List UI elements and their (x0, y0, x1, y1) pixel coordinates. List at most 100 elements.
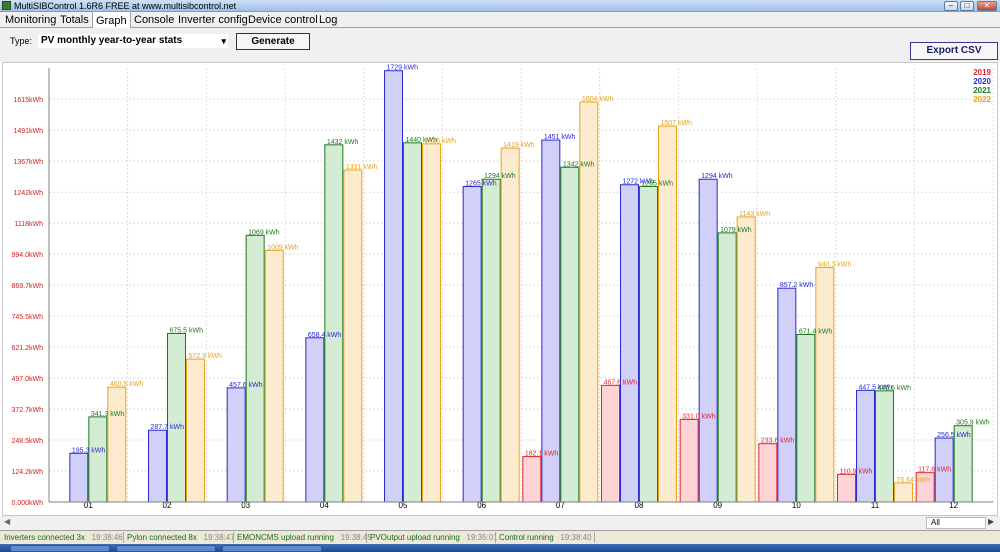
data-label: 1265 kWh (465, 180, 497, 187)
y-tick-label: 1615kWh (13, 97, 43, 104)
type-select[interactable]: PV monthly year-to-year stats ▾ (38, 34, 228, 48)
data-label: 1265 kWh (642, 180, 674, 187)
chart-legend: 2019202020212022 (973, 68, 991, 104)
data-label: 1432 kWh (327, 139, 359, 146)
bar-2021 (245, 234, 265, 503)
data-label: 1419 kWh (503, 142, 535, 149)
data-label: 675.5 kWh (170, 328, 204, 335)
data-label: 1436 kWh (425, 138, 457, 145)
tab-bar: Monitoring Totals Graph Console Inverter… (0, 11, 1000, 29)
data-label: 1009 kWh (267, 244, 299, 251)
taskbar-button[interactable] (10, 545, 110, 552)
data-label: 117.6 kWh (918, 467, 951, 474)
bar-2021 (167, 333, 186, 503)
status-emoncms: EMONCMS upload running 19:38:45 (237, 533, 372, 542)
data-label: 1143 kWh (739, 211, 770, 218)
data-label: 1604 kWh (582, 96, 614, 103)
data-label: 445.6 kWh (878, 385, 912, 392)
bar-2021 (875, 390, 894, 503)
tab-log[interactable]: Log (316, 13, 340, 28)
status-control: Control running 19:38:40 (499, 533, 592, 542)
range-select[interactable]: All (926, 517, 986, 529)
scroll-left-icon[interactable]: ◀ (4, 517, 10, 526)
bar-2021 (639, 185, 658, 503)
tab-graph[interactable]: Graph (92, 11, 131, 29)
data-label: 331.0 kWh (682, 413, 716, 420)
data-label: 1294 kWh (701, 173, 733, 180)
generate-button[interactable]: Generate (236, 33, 310, 50)
data-label: 572.9 kWh (189, 353, 223, 360)
status-pylon: Pylon connected 8x 19:38:47 (127, 533, 235, 542)
chart-scroll-row: ◀ All ▶ (0, 516, 1000, 530)
taskbar-button[interactable] (222, 545, 322, 552)
bar-2022 (500, 147, 520, 503)
y-tick-label: 1242kWh (13, 190, 43, 197)
y-tick-label: 1118kWh (14, 221, 43, 228)
data-label: 1729 kWh (387, 65, 419, 72)
data-label: 467.6 kWh (604, 379, 638, 386)
data-label: 1342 kWh (563, 161, 595, 168)
type-select-value: PV monthly year-to-year stats (41, 35, 183, 46)
title-bar: MultiSIBControl 1.6R6 FREE at www.multis… (0, 0, 1000, 12)
bar-2022 (264, 249, 284, 503)
bar-2019 (837, 473, 856, 503)
data-label: 1451 kWh (544, 134, 576, 141)
minimize-icon[interactable]: – (944, 1, 958, 11)
bar-2020 (69, 452, 89, 503)
bar-2020 (856, 389, 875, 503)
data-label: 182.1 kWh (525, 451, 559, 458)
bar-2021 (324, 144, 344, 503)
type-label: Type: (10, 36, 33, 46)
bar-2019 (522, 456, 542, 503)
bar-2020 (462, 185, 482, 503)
data-label: 233.8 kWh (761, 438, 795, 445)
status-pvoutput: PVOutput upload running 19:35:01 (370, 533, 498, 542)
data-label: 857.2 kWh (780, 282, 814, 289)
tab-monitoring[interactable]: Monitoring (2, 13, 59, 28)
bar-chart: 182.1 kWh 467.6 kWh 331.0 kWh 233.8 kWh 110.… (11, 65, 994, 510)
scroll-right-icon[interactable]: ▶ (988, 517, 994, 526)
close-icon[interactable]: ✕ (977, 1, 997, 11)
data-label: 287.7 kWh (151, 424, 185, 431)
bar-2022 (815, 266, 835, 503)
bar-2022 (186, 358, 205, 503)
y-tick-label: 497.0kWh (11, 376, 43, 383)
os-taskbar (0, 544, 1000, 552)
bar-2019 (679, 418, 699, 503)
data-label: 1069 kWh (248, 229, 280, 236)
data-label: 1294 kWh (484, 173, 516, 180)
data-label: 256.5 kWh (937, 432, 971, 439)
y-tick-label: 869.7kWh (11, 283, 43, 290)
bar-2020 (541, 139, 561, 503)
bar-2021 (88, 416, 108, 503)
bar-2021 (796, 334, 816, 503)
data-label: 457.6 kWh (229, 382, 263, 389)
data-label: 76.64 kWh (897, 477, 931, 484)
data-label: 195.3 kWh (72, 447, 106, 454)
export-csv-button[interactable]: Export CSV (910, 42, 998, 60)
chart-panel: 182.1 kWh 467.6 kWh 331.0 kWh 233.8 kWh 110.… (2, 62, 998, 516)
y-tick-label: 994.0kWh (11, 252, 43, 259)
status-bar: Inverters connected 3x 19:38:46 Pylon co… (0, 530, 1000, 544)
bar-2019 (758, 443, 778, 503)
y-tick-label: 0.000kWh (11, 500, 43, 507)
data-label: 110.9 kWh (840, 468, 873, 475)
tab-device-control[interactable]: Device control (245, 13, 321, 28)
y-tick-label: 621.2kWh (11, 345, 43, 352)
tab-totals[interactable]: Totals (57, 13, 92, 28)
legend-item-2020: 2020 (973, 77, 991, 86)
legend-item-2019: 2019 (973, 68, 991, 77)
data-label: 1507 kWh (661, 120, 693, 127)
bar-2020 (226, 387, 246, 503)
maximize-icon[interactable]: □ (960, 1, 974, 11)
bar-2022 (107, 386, 127, 503)
bar-2021 (560, 166, 580, 503)
y-tick-label: 372.7kWh (11, 407, 43, 414)
bar-2021 (481, 178, 501, 503)
data-label: 671.4 kWh (799, 329, 833, 336)
taskbar-button[interactable] (116, 545, 216, 552)
tab-console[interactable]: Console (131, 13, 177, 28)
bar-2022 (422, 143, 441, 503)
bar-2019 (601, 384, 620, 503)
tab-inverter-config[interactable]: Inverter config (175, 13, 251, 28)
